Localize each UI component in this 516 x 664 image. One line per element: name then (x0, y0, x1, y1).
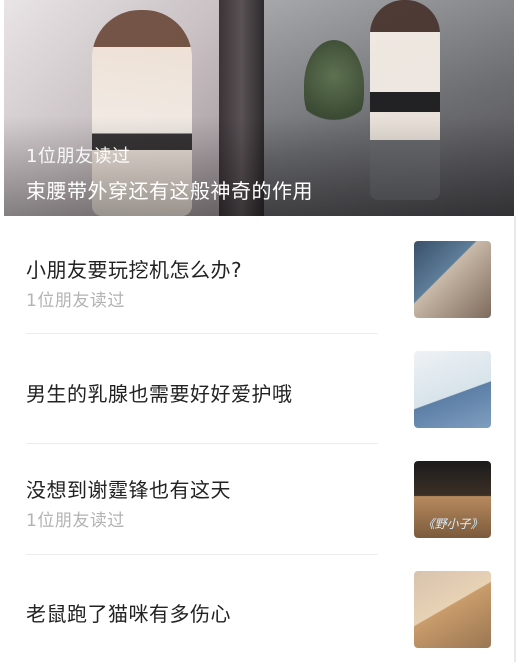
list-item[interactable]: 没想到谢霆锋也有这天 1位朋友读过 《野小子》 (0, 444, 516, 555)
list-item-thumbnail[interactable] (414, 241, 491, 318)
list-item-title[interactable]: 老鼠跑了猫咪有多伤心 (26, 598, 231, 627)
hero-readers-count: 1位朋友读过 (26, 146, 131, 167)
list-item[interactable]: 男生的乳腺也需要好好爱护哦 (0, 334, 516, 444)
list-item-title[interactable]: 小朋友要玩挖机怎么办? (26, 254, 242, 283)
list-item-title[interactable]: 没想到谢霆锋也有这天 (26, 474, 231, 503)
list-item-readers: 1位朋友读过 (26, 511, 125, 531)
list-item-readers: 1位朋友读过 (26, 291, 125, 311)
hero-title[interactable]: 束腰带外穿还有这般神奇的作用 (26, 175, 313, 204)
hero-article[interactable]: 1位朋友读过 束腰带外穿还有这般神奇的作用 (4, 0, 514, 216)
list-item-thumbnail[interactable] (414, 351, 491, 428)
list-item-thumbnail[interactable]: 《野小子》 (414, 461, 491, 538)
list-item[interactable]: 小朋友要玩挖机怎么办? 1位朋友读过 (0, 216, 516, 334)
list-item-thumbnail[interactable] (414, 571, 491, 648)
thumbnail-caption: 《野小子》 (422, 517, 483, 531)
list-item[interactable]: 老鼠跑了猫咪有多伤心 (0, 554, 516, 664)
list-item-title[interactable]: 男生的乳腺也需要好好爱护哦 (26, 378, 293, 407)
